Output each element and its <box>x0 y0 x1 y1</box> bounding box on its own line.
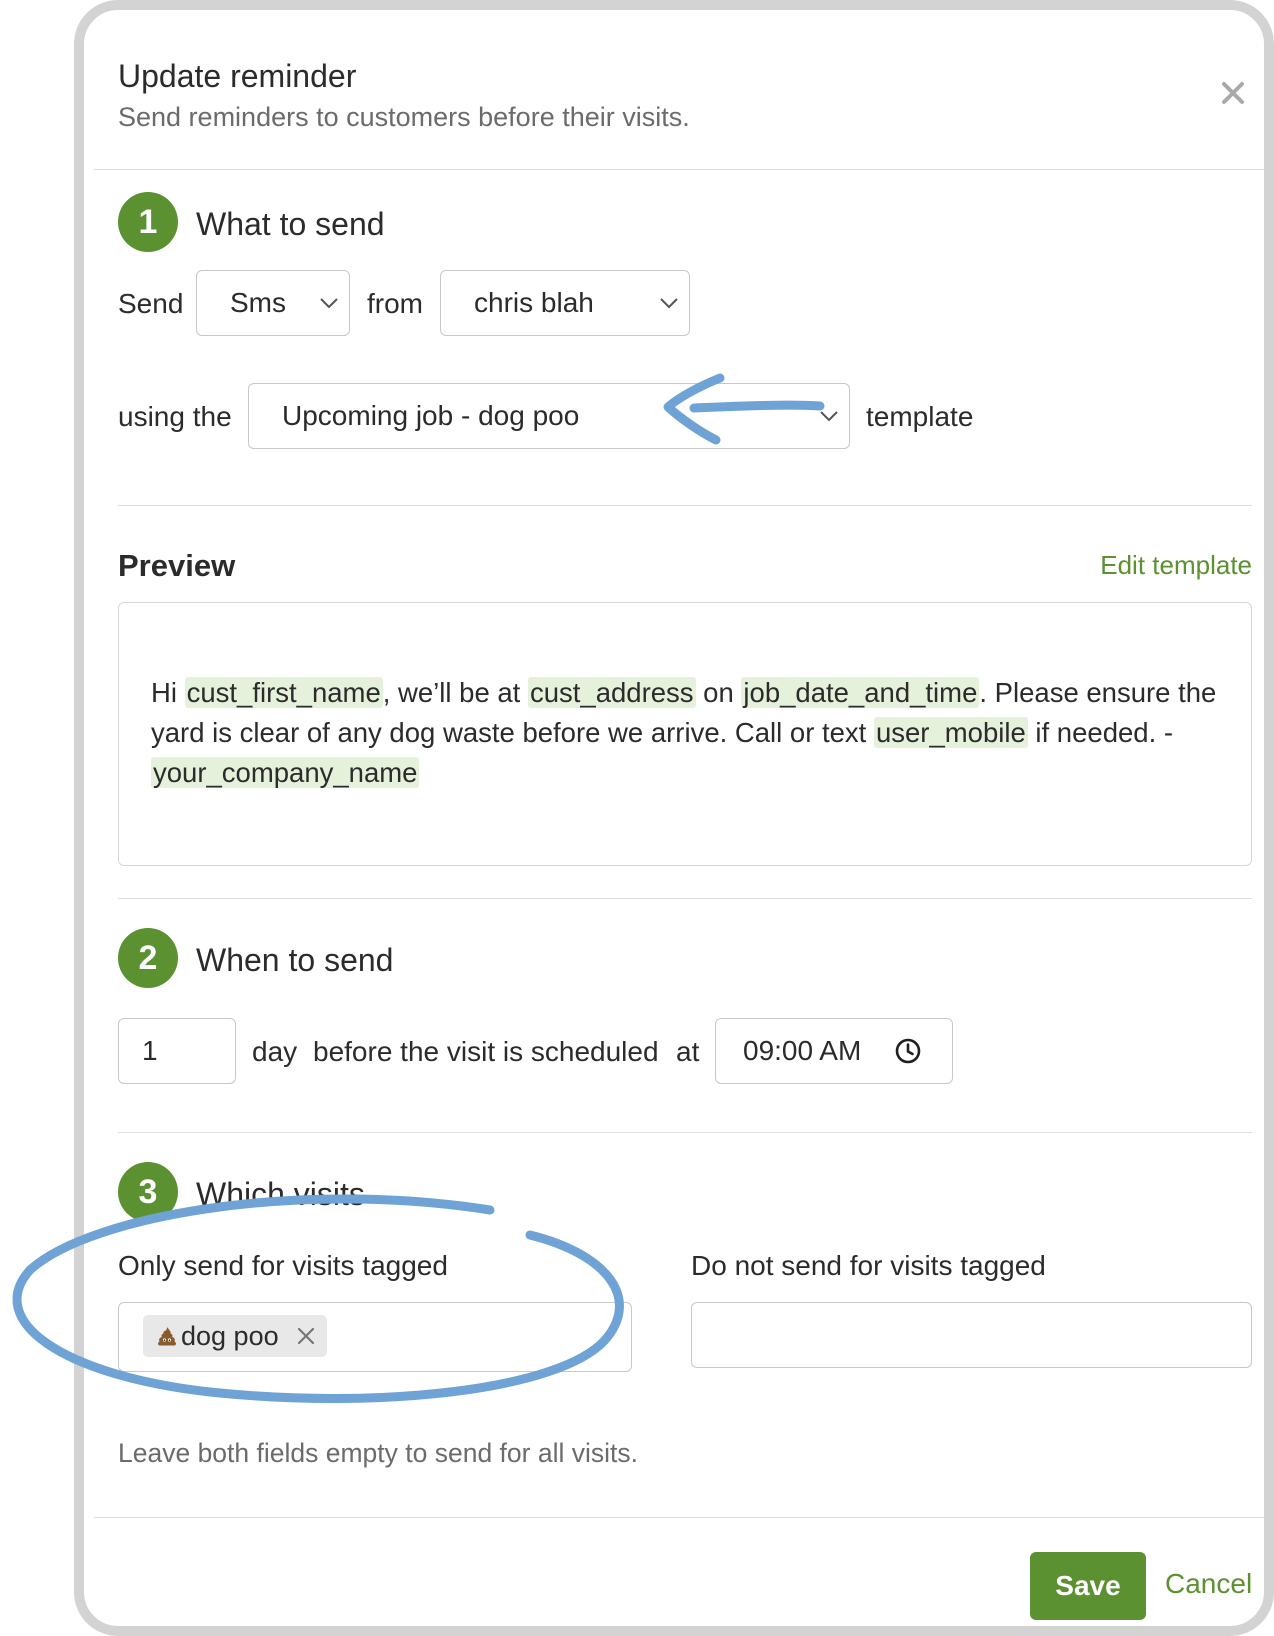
template-label: template <box>866 401 974 432</box>
include-tags-label: Only send for visits tagged <box>118 1250 448 1281</box>
close-button[interactable] <box>1216 76 1250 110</box>
poop-emoji-icon <box>158 1327 176 1346</box>
include-tags-input[interactable]: dog poo <box>118 1302 632 1372</box>
preview-text-segment: Hi <box>151 677 185 708</box>
chevron-down-icon <box>660 298 678 309</box>
from-label: from <box>367 288 423 319</box>
variable-job-date-and-time: job_date_and_time <box>741 677 980 708</box>
cancel-link[interactable]: Cancel <box>1165 1568 1252 1600</box>
step-2-badge: 2 <box>118 928 178 988</box>
using-label: using the <box>118 401 232 432</box>
preview-box: Hi cust_first_name, we’ll be at cust_add… <box>118 602 1252 866</box>
template-select-value: Upcoming job - dog poo <box>282 400 580 431</box>
time-value: 09:00 AM <box>743 1035 862 1066</box>
time-input[interactable]: 09:00 AM <box>715 1018 953 1084</box>
chevron-down-icon <box>820 411 838 422</box>
step-1-badge: 1 <box>118 192 178 252</box>
unit-label: day <box>252 1036 298 1067</box>
sender-select-value: chris blah <box>474 287 594 318</box>
section-divider <box>118 1132 1252 1133</box>
preview-message: Hi cust_first_name, we’ll be at cust_add… <box>151 673 1221 793</box>
sender-select[interactable]: chris blah <box>440 270 690 336</box>
clock-icon[interactable] <box>894 1037 922 1065</box>
channel-select-value: Sms <box>230 287 286 318</box>
modal-frame: Update reminder Send reminders to custom… <box>74 0 1274 1636</box>
help-text: Leave both fields empty to send for all … <box>118 1438 638 1468</box>
preview-text-segment: , we’ll be at <box>382 677 528 708</box>
section-divider <box>118 505 1252 506</box>
close-icon <box>1222 82 1244 104</box>
preview-title: Preview <box>118 548 236 583</box>
tag-chip-label: dog poo <box>181 1320 279 1351</box>
modal-title: Update reminder <box>118 58 357 94</box>
update-reminder-modal: Update reminder Send reminders to custom… <box>94 20 1264 1626</box>
edit-template-link[interactable]: Edit template <box>1100 550 1252 581</box>
modal-header: Update reminder Send reminders to custom… <box>94 20 1264 170</box>
step-3-title: Which visits <box>196 1176 365 1212</box>
step-2-title: When to send <box>196 942 394 978</box>
chevron-down-icon <box>320 298 338 309</box>
variable-user-mobile: user_mobile <box>873 717 1028 748</box>
exclude-tags-label: Do not send for visits tagged <box>691 1250 1046 1281</box>
modal-subtitle: Send reminders to customers before their… <box>118 102 690 132</box>
relation-label: before the visit is scheduled <box>313 1036 659 1067</box>
days-before-value: 1 <box>142 1035 158 1066</box>
save-button[interactable]: Save <box>1030 1552 1146 1620</box>
exclude-tags-input[interactable] <box>691 1302 1252 1368</box>
variable-cust-first-name: cust_first_name <box>184 677 383 708</box>
send-label: Send <box>118 288 184 319</box>
tag-chip: dog poo <box>143 1315 327 1357</box>
step-3-badge: 3 <box>118 1162 178 1222</box>
preview-text-segment: if needed. - <box>1027 717 1174 748</box>
step-1-title: What to send <box>196 206 385 242</box>
days-before-input[interactable]: 1 <box>118 1018 236 1084</box>
template-select[interactable]: Upcoming job - dog poo <box>248 383 850 449</box>
at-label: at <box>676 1036 700 1067</box>
remove-tag-icon[interactable] <box>295 1325 317 1347</box>
section-divider <box>118 898 1252 899</box>
preview-text-segment: on <box>695 677 742 708</box>
channel-select[interactable]: Sms <box>196 270 350 336</box>
footer-divider <box>94 1517 1264 1518</box>
variable-your-company-name: your_company_name <box>151 757 420 788</box>
variable-cust-address: cust_address <box>527 677 696 708</box>
